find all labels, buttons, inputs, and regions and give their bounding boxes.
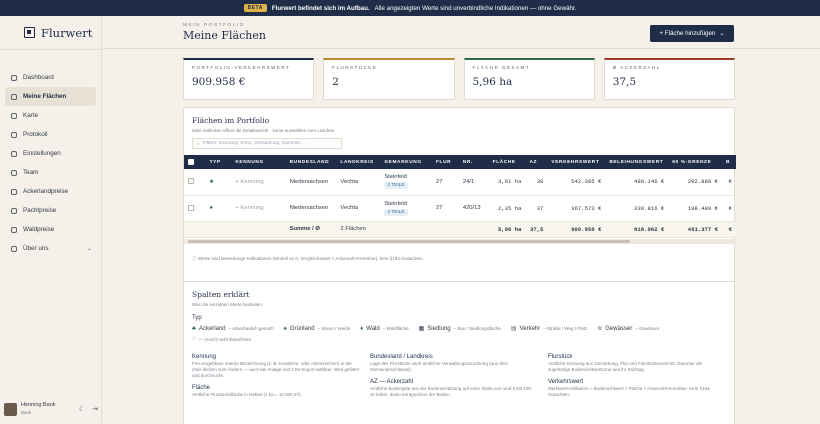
col-gemarkung[interactable]: GEMARKUNG bbox=[380, 155, 433, 169]
col-bundesland[interactable]: BUNDESLAND bbox=[285, 155, 337, 169]
ackerland-icon: ♣ bbox=[205, 169, 232, 196]
chevron-down-icon: ⌄ bbox=[719, 30, 725, 37]
kpi-verkehrswert: PORTFOLIO-VERKEHRSWERT 909.958 € bbox=[183, 58, 315, 100]
wald-icon: ♦ bbox=[360, 325, 364, 332]
add-field-button[interactable]: + Fläche hinzufügen ⌄ bbox=[650, 25, 734, 42]
sidebar-item-karte[interactable]: Karte bbox=[5, 106, 96, 125]
kpi-row: PORTFOLIO-VERKEHRSWERT 909.958 € FLURSTÜC… bbox=[183, 58, 735, 100]
legend-title: Spalten erklärt bbox=[192, 290, 250, 299]
sidebar-item-ackerlandpreise[interactable]: Ackerlandpreise bbox=[5, 182, 96, 201]
portfolio-title: Flächen im Portfolio bbox=[192, 116, 270, 125]
chart-icon bbox=[11, 188, 17, 195]
settings-icon bbox=[11, 150, 17, 157]
main-content: MEIN PORTFOLIO Meine Flächen + Fläche hi… bbox=[103, 16, 820, 424]
table-header: TYP KENNUNG BUNDESLAND LANDKREIS GEMARKU… bbox=[184, 155, 736, 169]
user-sub: Bank bbox=[21, 410, 32, 415]
sidebar: Flurwert Dashboard Meine Flächen Karte P… bbox=[0, 16, 102, 424]
col-beleihungswert[interactable]: BELEIHUNGSWERT bbox=[605, 155, 669, 169]
sidebar-nav: Dashboard Meine Flächen Karte Protokoll … bbox=[0, 68, 101, 258]
page-eyebrow: MEIN PORTFOLIO bbox=[183, 22, 245, 28]
col-verkehrswert[interactable]: VERKEHRSWERT bbox=[547, 155, 606, 169]
avatar bbox=[4, 402, 17, 416]
user-name: Henning Bank bbox=[21, 402, 56, 408]
kpi-flaeche: FLÄCHE GESAMT 5,96 ha bbox=[463, 58, 595, 100]
valuation-footnote: ⓘ Werte sind Bewertungs-Indikationen (Mo… bbox=[192, 256, 424, 261]
chart-icon bbox=[11, 226, 17, 233]
type-legend: ♣ Ackerland – ackerbaulich genutzt ♠ Grünla… bbox=[192, 325, 660, 333]
chevron-down-icon: ⌄ bbox=[86, 246, 92, 252]
home-icon bbox=[11, 74, 17, 81]
col-flur[interactable]: FLUR bbox=[432, 155, 459, 169]
portfolio-hint: Zeile anklicken öffnet die Detailansicht… bbox=[192, 128, 335, 133]
sum-row: Summe / Ø 2 Flächen 5,96 ha 37,5 909.958… bbox=[184, 221, 736, 238]
table-row[interactable]: ♣ + Kennung Niedersachsen Vechta Steinfe… bbox=[184, 169, 736, 196]
sum-label: Summe / Ø bbox=[285, 221, 337, 238]
beta-banner: BETA Flurwert befindet sich im Aufbau. A… bbox=[0, 0, 820, 16]
ackerland-icon: ♣ bbox=[192, 325, 196, 332]
sidebar-item-ueber-uns[interactable]: Über uns ⌄ bbox=[5, 239, 96, 258]
gruenland-icon: ♠ bbox=[283, 325, 287, 332]
select-all-checkbox[interactable] bbox=[188, 158, 194, 165]
kennung-cell[interactable]: + Kennung bbox=[231, 195, 286, 222]
theme-toggle-icon[interactable]: ☾ bbox=[79, 405, 85, 413]
parts-badge[interactable]: 3 TEILE bbox=[384, 208, 408, 216]
logo-icon bbox=[24, 27, 35, 38]
portfolio-table: TYP KENNUNG BUNDESLAND LANDKREIS GEMARKU… bbox=[184, 155, 736, 239]
sidebar-item-pachtpreise[interactable]: Pachtpreise bbox=[5, 201, 96, 220]
chart-icon bbox=[11, 207, 17, 214]
legend-sub: Was die einzelnen Werte bedeuten. bbox=[192, 302, 264, 307]
unknown-icon: ◌ bbox=[192, 336, 196, 342]
info-icon bbox=[11, 245, 17, 252]
mixed-land-icon: ♠ bbox=[205, 195, 232, 222]
definitions: Kennung Frei vergebbare interne Bezeichnu… bbox=[192, 354, 711, 397]
gewaesser-icon: ≋ bbox=[597, 326, 603, 332]
team-icon bbox=[11, 169, 17, 176]
row-checkbox[interactable] bbox=[188, 178, 194, 185]
sidebar-item-einstellungen[interactable]: Einstellungen bbox=[5, 144, 96, 163]
kpi-ackerzahl: Ø ACKERZAHL 37,5 bbox=[603, 58, 735, 100]
table-scrollbar[interactable] bbox=[184, 239, 736, 244]
col-az[interactable]: AZ bbox=[525, 155, 548, 169]
col-grenze[interactable]: 60 %-GRENZE bbox=[668, 155, 722, 169]
col-nr[interactable]: NR. bbox=[458, 155, 489, 169]
scrollbar-thumb[interactable] bbox=[188, 240, 630, 243]
col-b[interactable]: B bbox=[721, 155, 736, 169]
col-landkreis[interactable]: LANDKREIS bbox=[336, 155, 381, 169]
page-title: Meine Flächen bbox=[183, 28, 266, 42]
beta-badge: BETA bbox=[243, 4, 267, 12]
siedlung-icon: ▦ bbox=[418, 326, 425, 332]
app-logo[interactable]: Flurwert bbox=[0, 16, 101, 50]
col-typ[interactable]: TYP bbox=[205, 155, 232, 169]
sidebar-item-waldpreise[interactable]: Waldpreise bbox=[5, 220, 96, 239]
row-checkbox[interactable] bbox=[188, 204, 194, 211]
sidebar-item-team[interactable]: Team bbox=[5, 163, 96, 182]
sum-count: 2 Flächen bbox=[336, 221, 381, 238]
parts-badge[interactable]: 2 TEILE bbox=[384, 182, 408, 190]
search-icon: ⌕ bbox=[197, 141, 200, 147]
verkehr-icon: ▤ bbox=[510, 326, 517, 332]
app-name: Flurwert bbox=[41, 25, 93, 40]
unknown-type: ◌ — (noch) nicht klassifiziert bbox=[192, 336, 252, 342]
sidebar-item-protokoll[interactable]: Protokoll bbox=[5, 125, 96, 144]
banner-strong: Flurwert befindet sich im Aufbau. bbox=[271, 4, 370, 12]
sidebar-item-meine-flaechen[interactable]: Meine Flächen bbox=[5, 87, 96, 106]
portfolio-card: Flächen im Portfolio Zeile anklicken öff… bbox=[183, 107, 736, 282]
fields-icon bbox=[11, 93, 17, 100]
col-flaeche[interactable]: FLÄCHE bbox=[488, 155, 526, 169]
typ-heading: Typ bbox=[192, 315, 202, 321]
logout-icon[interactable]: ⇥ bbox=[92, 405, 98, 413]
log-icon bbox=[11, 131, 17, 138]
legend-card: Spalten erklärt Was die einzelnen Werte … bbox=[183, 281, 735, 424]
user-profile[interactable]: Henning Bank Bank ☾ ⇥ bbox=[4, 400, 98, 418]
filter-input[interactable]: ⌕ Filtern: Kennung, Kreis, Gemarkung, Num… bbox=[192, 138, 342, 149]
col-kennung[interactable]: KENNUNG bbox=[231, 155, 286, 169]
map-icon bbox=[11, 112, 17, 119]
sidebar-item-dashboard[interactable]: Dashboard bbox=[5, 68, 96, 87]
table-row[interactable]: ♠ + Kennung Niedersachsen Vechta Steinfe… bbox=[184, 195, 736, 222]
banner-text: Alle angezeigten Werte sind unverbindlic… bbox=[374, 4, 577, 12]
kpi-flurstuecke: FLURSTÜCKE 2 bbox=[323, 58, 455, 100]
kennung-cell[interactable]: + Kennung bbox=[231, 169, 286, 196]
